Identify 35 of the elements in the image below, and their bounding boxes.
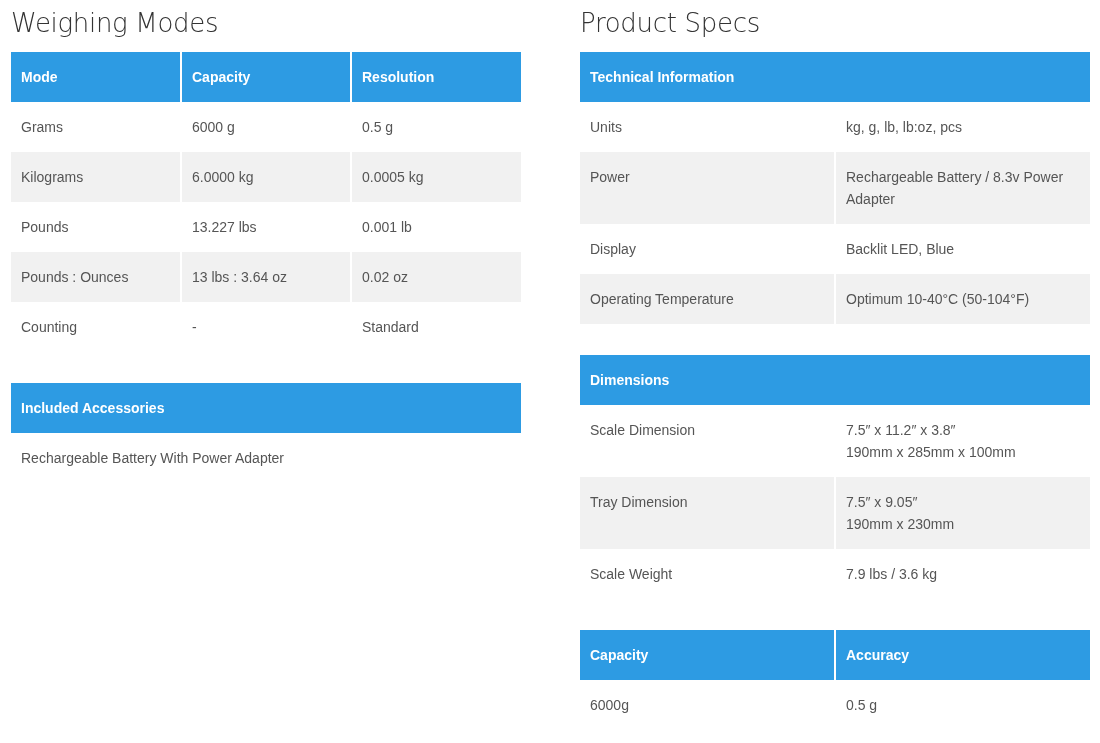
- section-heading: Product Specs: [580, 8, 761, 38]
- table-cell: Scale Dimension: [580, 405, 835, 477]
- table-cell: Display: [580, 224, 835, 274]
- table-cell: 7.9 lbs / 3.6 kg: [835, 549, 1090, 599]
- table-cell: Counting: [11, 302, 181, 352]
- table-cell: Standard: [351, 302, 521, 352]
- table-cell: 7.5″ x 9.05″ 190mm x 230mm: [835, 477, 1090, 549]
- table-cell: Units: [580, 102, 835, 152]
- table-cell: Grams: [11, 102, 181, 152]
- table-cell: 0.0005 kg: [351, 152, 521, 202]
- table-header-cell: Accuracy: [835, 630, 1090, 680]
- table-cell: Power: [580, 152, 835, 224]
- table-cell: Optimum 10-40°C (50-104°F): [835, 274, 1090, 324]
- table-cell: Pounds: [11, 202, 181, 252]
- table-cell: 0.02 oz: [351, 252, 521, 302]
- table-header-cell: Capacity: [580, 630, 835, 680]
- table-header-cell: Dimensions: [580, 355, 1090, 405]
- table-cell: Tray Dimension: [580, 477, 835, 549]
- table-header-cell: Mode: [11, 52, 181, 102]
- table-header-cell: Included Accessories: [11, 383, 521, 433]
- table-cell: 6000g: [580, 680, 835, 730]
- table-cell: 0.5 g: [835, 680, 1090, 730]
- table-cell: -: [181, 302, 351, 352]
- table-cell: Scale Weight: [580, 549, 835, 599]
- table-cell: Rechargeable Battery With Power Adapter: [11, 433, 521, 483]
- section-heading: Weighing Modes: [11, 8, 220, 38]
- table-header-cell: Resolution: [351, 52, 521, 102]
- table-cell: 6.0000 kg: [181, 152, 351, 202]
- table-cell: Operating Temperature: [580, 274, 835, 324]
- table-cell: Kilograms: [11, 152, 181, 202]
- table-cell: 13 lbs : 3.64 oz: [181, 252, 351, 302]
- table-header-cell: Capacity: [181, 52, 351, 102]
- table-cell: Pounds : Ounces: [11, 252, 181, 302]
- table-header-cell: Technical Information: [580, 52, 1090, 102]
- table-cell: Rechargeable Battery / 8.3v Power Adapter: [835, 152, 1090, 224]
